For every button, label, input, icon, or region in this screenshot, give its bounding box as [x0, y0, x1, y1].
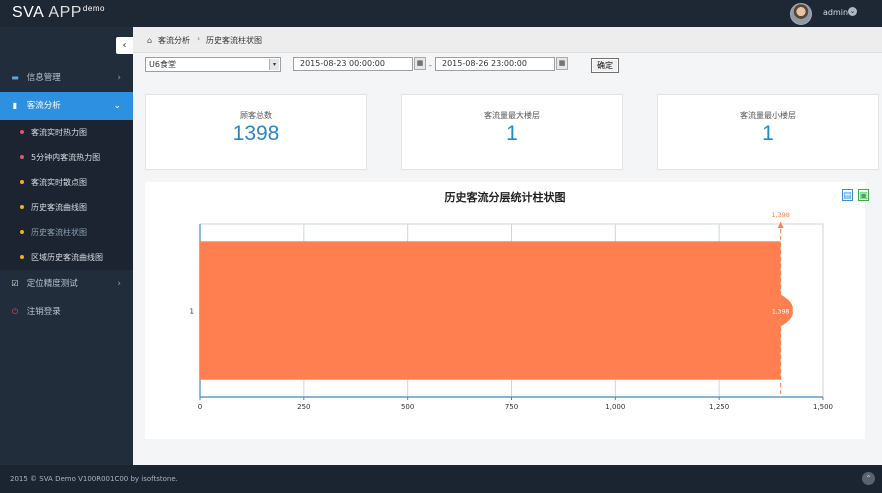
end-date-input[interactable]: 2015-08-26 23:00:00: [435, 57, 555, 71]
bullet-dot: [20, 179, 24, 184]
sidebar-item-label: 定位精度测试: [26, 279, 78, 289]
footer: 2015 © SVA Demo V100R001C00 by isoftston…: [0, 465, 882, 493]
bullet-dot: [20, 229, 24, 234]
sidebar-subitem-history-bar[interactable]: 历史客流柱状图: [0, 220, 133, 245]
sidebar-subitem-label: 历史客流柱状图: [31, 228, 87, 237]
date-range-separator: -: [429, 61, 432, 70]
sidebar-subitem-label: 客流实时散点图: [31, 178, 87, 187]
chevron-right-icon: ›: [117, 279, 121, 289]
chevron-right-icon: ›: [197, 34, 201, 43]
sidebar-item-label: 信息管理: [26, 73, 61, 83]
x-tick-label: 1,250: [709, 403, 729, 411]
x-tick-label: 500: [401, 403, 414, 411]
stat-label: 客流量最大楼层: [484, 111, 540, 120]
sidebar-item-label: 注销登录: [26, 307, 61, 317]
bullet-dot: [20, 154, 24, 159]
stat-card-total-customers: 顾客总数 1398: [145, 94, 367, 170]
x-tick-label: 1,500: [813, 403, 833, 411]
stat-card-min-floor: 客流量最小楼层 1: [657, 94, 879, 170]
venue-select[interactable]: U6食堂 ▾: [145, 57, 281, 72]
user-name[interactable]: admin: [823, 8, 848, 17]
breadcrumb-item-current: 历史客流柱状图: [206, 36, 262, 45]
bar: [200, 241, 781, 380]
avatar[interactable]: [790, 3, 812, 25]
stat-card-max-floor: 客流量最大楼层 1: [401, 94, 623, 170]
sidebar-subitem-label: 历史客流曲线图: [31, 203, 87, 212]
brand-logo[interactable]: SVA APPdemo: [12, 4, 105, 22]
folder-icon: ▬: [11, 73, 19, 82]
chevron-down-icon: ⌄: [113, 101, 121, 111]
brand-sup: demo: [82, 4, 105, 13]
edit-check-icon: ☑: [11, 279, 19, 288]
chevron-right-icon: ›: [117, 73, 121, 83]
main-content: ⌂ 客流分析 › 历史客流柱状图 U6食堂 ▾ 2015-08-23 00:00…: [133, 27, 882, 465]
sidebar-subitem-5min-heatmap[interactable]: 5分钟内客流热力图: [0, 145, 133, 170]
sidebar: ‹ ▬ 信息管理 › ▮ 客流分析 ⌄ 客流实时热力图 5分钟内客流热力图 客流…: [0, 27, 133, 465]
bar-chart-icon: ▮: [12, 101, 18, 110]
markline-label: 1,398: [771, 211, 790, 219]
sidebar-subitem-realtime-heatmap[interactable]: 客流实时热力图: [0, 120, 133, 145]
breadcrumb-item-traffic-analysis[interactable]: 客流分析: [158, 35, 190, 46]
sidebar-collapse-button[interactable]: ‹: [116, 37, 133, 54]
sidebar-item-positioning-test[interactable]: ☑ 定位精度测试 ›: [0, 270, 133, 298]
dropdown-arrow-icon[interactable]: ▾: [269, 59, 279, 70]
chevron-down-icon[interactable]: ⌄: [848, 7, 857, 16]
venue-select-value: U6食堂: [149, 60, 176, 69]
stat-value: 1: [506, 122, 518, 145]
sidebar-item-traffic-analysis[interactable]: ▮ 客流分析 ⌄: [0, 92, 133, 120]
bar-chart: 0 250 500 750 1,000 1,250 1,5001 1,3981,398: [190, 211, 833, 411]
stat-label: 顾客总数: [240, 111, 272, 120]
y-tick-label: 1: [190, 308, 194, 316]
bullet-dot: [20, 129, 24, 134]
stat-value: 1398: [232, 122, 280, 145]
brand-name: SVA: [12, 4, 44, 21]
x-tick-label: 1,000: [605, 403, 625, 411]
sidebar-subitem-label: 客流实时热力图: [31, 128, 87, 137]
x-tick-label: 750: [505, 403, 518, 411]
sidebar-subitem-label: 5分钟内客流热力图: [31, 153, 101, 162]
sidebar-item-label: 客流分析: [26, 101, 61, 111]
home-icon[interactable]: ⌂: [147, 36, 152, 45]
sidebar-submenu: 客流实时热力图 5分钟内客流热力图 客流实时散点图 历史客流曲线图 历史客流柱状…: [0, 120, 133, 270]
markline-arrow: [777, 222, 784, 228]
sidebar-item-info-management[interactable]: ▬ 信息管理 ›: [0, 64, 133, 92]
power-icon: ⏻: [11, 307, 19, 316]
filter-bar: U6食堂 ▾ 2015-08-23 00:00:00 ▦ - 2015-08-2…: [133, 53, 882, 81]
sidebar-subitem-history-line[interactable]: 历史客流曲线图: [0, 195, 133, 220]
top-navbar: SVA APPdemo admin ⌄: [0, 0, 882, 27]
copyright-text: 2015 © SVA Demo V100R001C00 by isoftston…: [10, 475, 178, 483]
stat-value: 1: [762, 122, 774, 145]
breadcrumb: ⌂ 客流分析 › 历史客流柱状图: [133, 27, 882, 53]
x-tick-label: 250: [297, 403, 310, 411]
confirm-button[interactable]: 确定: [591, 58, 619, 73]
sidebar-subitem-realtime-scatter[interactable]: 客流实时散点图: [0, 170, 133, 195]
start-date-input[interactable]: 2015-08-23 00:00:00: [293, 57, 413, 71]
stat-label: 客流量最小楼层: [740, 111, 796, 120]
sidebar-item-logout[interactable]: ⏻ 注销登录: [0, 298, 133, 326]
calendar-icon[interactable]: ▦: [414, 57, 426, 70]
brand-app: APP: [48, 4, 82, 21]
scroll-top-icon[interactable]: ⌃: [862, 472, 875, 485]
sidebar-subitem-area-history-line[interactable]: 区域历史客流曲线图: [0, 245, 133, 270]
chart-panel: 历史客流分层统计柱状图 ▤ ▣ 0 250 500 750 1,000 1,250 1,50…: [145, 182, 869, 439]
x-tick-label: 0: [198, 403, 202, 411]
bullet-dot: [20, 204, 24, 209]
bullet-dot: [20, 254, 24, 259]
sidebar-subitem-label: 区域历史客流曲线图: [31, 253, 103, 262]
calendar-icon[interactable]: ▦: [556, 57, 568, 70]
sidebar-menu: ▬ 信息管理 › ▮ 客流分析 ⌄ 客流实时热力图 5分钟内客流热力图 客流实时…: [0, 64, 133, 326]
